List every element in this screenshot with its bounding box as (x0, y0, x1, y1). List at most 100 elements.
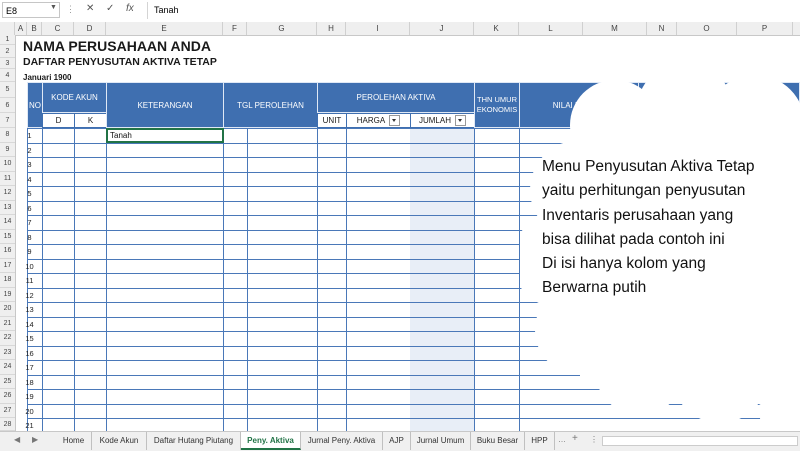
column-header-h[interactable]: H (317, 22, 346, 35)
row-number: 11 (25, 276, 34, 285)
more-tabs-icon[interactable]: … (558, 435, 566, 444)
row-number: 7 (27, 218, 32, 227)
row-number: 12 (25, 290, 34, 300)
row-number: 14 (25, 319, 34, 329)
column-header-i[interactable]: I (346, 22, 410, 35)
column-header-o[interactable]: O (677, 22, 737, 35)
column-header-m[interactable]: M (583, 22, 647, 35)
formula-input[interactable]: Tanah (147, 2, 800, 19)
row-number: 21 (25, 421, 34, 430)
header-k: K (74, 113, 107, 128)
row-header[interactable]: 3 (0, 58, 15, 69)
column-header-p[interactable]: P (737, 22, 793, 35)
row-header[interactable]: 1 (0, 35, 15, 45)
row-number: 5 (27, 189, 32, 198)
header-no: NO (27, 82, 43, 128)
scroll-tabs-right-icon[interactable]: ▶ (32, 435, 38, 444)
callout-line: Menu Penyusutan Aktiva Tetap (542, 158, 755, 175)
cancel-icon[interactable]: ✕ (86, 3, 94, 14)
horizontal-scrollbar[interactable] (602, 436, 798, 446)
tab-kode-akun[interactable]: Kode Akun (92, 432, 147, 450)
enter-icon[interactable]: ✓ (106, 3, 114, 14)
header-harga-label: HARGA (356, 116, 386, 125)
column-header-n[interactable]: N (647, 22, 677, 35)
row-header[interactable]: 23 (0, 346, 15, 360)
row-header[interactable]: 12 (0, 186, 15, 201)
row-number: 20 (25, 406, 34, 416)
column-header-b[interactable]: B (27, 22, 42, 35)
filter-dropdown-icon[interactable] (455, 115, 466, 126)
column-header-bar: A B C D E F G H I J K L M N O P (0, 22, 800, 36)
row-header[interactable]: 22 (0, 331, 15, 346)
tab-ajp[interactable]: AJP (383, 432, 411, 450)
header-unit: UNIT (317, 113, 347, 128)
row-number: 15 (25, 334, 34, 343)
sheet-tab-bar: ◀ ▶ Home Kode Akun Daftar Hutang Piutang… (0, 431, 800, 451)
row-header[interactable]: 2 (0, 45, 15, 58)
header-kode-akun: KODE AKUN (42, 82, 107, 113)
column-header-d[interactable]: D (74, 22, 106, 35)
row-number: 10 (25, 261, 34, 271)
row-header[interactable]: 11 (0, 172, 15, 186)
column-header-a[interactable]: A (15, 22, 27, 35)
select-all-corner[interactable] (0, 22, 15, 35)
row-header[interactable]: 7 (0, 113, 15, 128)
header-jumlah: JUMLAH (410, 113, 475, 128)
row-header[interactable]: 27 (0, 404, 15, 418)
row-number: 19 (25, 392, 34, 401)
tab-hpp[interactable]: HPP (525, 432, 555, 450)
tab-jurnal-umum[interactable]: Jurnal Umum (411, 432, 471, 450)
row-number: 13 (25, 305, 34, 314)
more-options-icon[interactable]: ⋮ (590, 435, 598, 444)
column-header-j[interactable]: J (410, 22, 474, 35)
callout-line: yaitu perhitungan penyusutan (542, 182, 746, 200)
column-header-k[interactable]: K (474, 22, 519, 35)
column-header-e[interactable]: E (106, 22, 223, 35)
row-header[interactable]: 16 (0, 244, 15, 259)
row-number: 3 (27, 160, 32, 169)
row-header[interactable]: 19 (0, 288, 15, 302)
row-header-bar: 1 2 3 4 5 6 7 8 9 10 11 12 13 14 15 16 1… (0, 35, 16, 431)
row-header[interactable]: 18 (0, 273, 15, 288)
column-header-g[interactable]: G (247, 22, 317, 35)
tab-daftar-hutang-piutang[interactable]: Daftar Hutang Piutang (147, 432, 241, 450)
header-d: D (42, 113, 75, 128)
row-header[interactable]: 28 (0, 418, 15, 431)
row-header[interactable]: 5 (0, 82, 15, 98)
header-thn-umur: THN UMUR EKONOMIS (474, 82, 520, 128)
tab-peny-aktiva[interactable]: Peny. Aktiva (241, 432, 301, 450)
row-header[interactable]: 9 (0, 143, 15, 157)
chevron-down-icon[interactable]: ▼ (50, 4, 57, 11)
period-date: Januari 1900 (23, 73, 72, 82)
more-options-icon: ⋮ (66, 4, 75, 14)
column-header-l[interactable]: L (519, 22, 583, 35)
tab-home[interactable]: Home (56, 432, 92, 450)
filter-dropdown-icon[interactable] (389, 115, 401, 126)
scroll-tabs-left-icon[interactable]: ◀ (14, 435, 20, 444)
sheet-subtitle: DAFTAR PENYUSUTAN AKTIVA TETAP (23, 56, 217, 68)
callout-text: Menu Penyusutan Aktiva Tetap yaitu perhi… (542, 155, 792, 301)
row-header[interactable]: 4 (0, 69, 15, 82)
row-header[interactable]: 13 (0, 201, 15, 215)
header-keterangan: KETERANGAN (106, 82, 224, 128)
cell-e8-value[interactable]: Tanah (110, 131, 132, 140)
add-sheet-icon[interactable]: + (572, 433, 578, 444)
row-header[interactable]: 21 (0, 317, 15, 331)
row-header[interactable]: 14 (0, 215, 15, 230)
row-header[interactable]: 10 (0, 157, 15, 172)
row-header[interactable]: 20 (0, 302, 15, 317)
tab-buku-besar[interactable]: Buku Besar (471, 432, 525, 450)
row-number: 4 (27, 174, 32, 184)
row-header[interactable]: 24 (0, 360, 15, 375)
fx-icon[interactable]: fx (126, 3, 134, 14)
row-header[interactable]: 25 (0, 375, 15, 389)
tab-jurnal-peny-aktiva[interactable]: Jurnal Peny. Aktiva (301, 432, 383, 450)
column-header-f[interactable]: F (223, 22, 247, 35)
row-header[interactable]: 26 (0, 389, 15, 404)
row-header[interactable]: 17 (0, 259, 15, 273)
callout-line: Di isi hanya kolom yang (542, 255, 706, 273)
column-header-c[interactable]: C (42, 22, 74, 35)
row-header[interactable]: 15 (0, 230, 15, 244)
row-header[interactable]: 6 (0, 98, 15, 113)
row-header[interactable]: 8 (0, 128, 15, 143)
